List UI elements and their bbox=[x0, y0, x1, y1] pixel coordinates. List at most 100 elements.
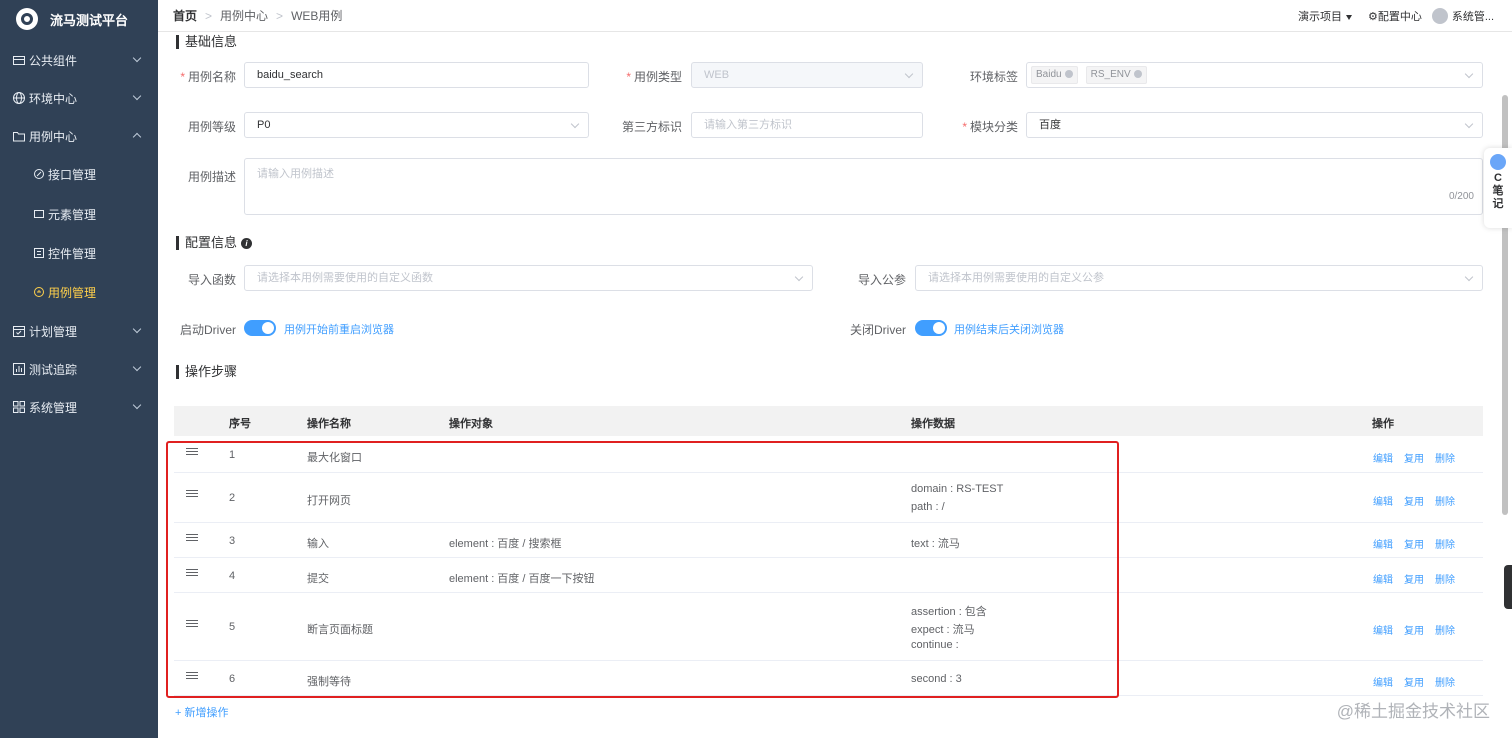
logo-icon bbox=[16, 8, 38, 30]
note-widget[interactable]: C 笔 记 bbox=[1484, 148, 1512, 228]
sidebar-subitem-label: 接口管理 bbox=[48, 167, 97, 182]
start-driver-text: 用例开始前重启浏览器 bbox=[284, 324, 394, 336]
main-content: 基础信息 * 用例名称 baidu_search * 用例类型 WEB 环境标签 B… bbox=[158, 32, 1498, 738]
sidebar-subitem-api[interactable]: 接口管理 bbox=[0, 155, 158, 193]
char-counter: 0/200 bbox=[1448, 191, 1474, 202]
delete-button[interactable]: 删除 bbox=[1435, 571, 1455, 586]
edit-button[interactable]: 编辑 bbox=[1373, 493, 1393, 508]
config-info-title: 配置信息 i bbox=[176, 235, 253, 250]
close-icon[interactable] bbox=[1133, 70, 1142, 79]
import-param-placeholder: 请选择本用例需要使用的自定义公参 bbox=[928, 272, 1104, 284]
chevron-down-icon bbox=[1464, 272, 1474, 282]
sidebar-item-tracking[interactable]: 测试追踪 bbox=[0, 350, 158, 388]
import-func-placeholder: 请选择本用例需要使用的自定义函数 bbox=[257, 272, 433, 284]
module-label: * 模块分类 bbox=[958, 118, 1018, 135]
chevron-down-icon bbox=[1464, 69, 1474, 79]
package-icon bbox=[13, 56, 25, 65]
calendar-icon bbox=[13, 326, 25, 337]
case-type-label: * 用例类型 bbox=[622, 68, 682, 85]
env-tag-text: RS_ENV bbox=[1090, 69, 1131, 81]
note-text: 笔 bbox=[1492, 185, 1504, 197]
delete-button[interactable]: 删除 bbox=[1435, 622, 1455, 637]
chevron-up-icon bbox=[132, 132, 142, 142]
breadcrumb-separator-icon: > bbox=[205, 8, 213, 23]
breadcrumb-web-cases: WEB用例 bbox=[291, 9, 343, 23]
delete-button[interactable]: 删除 bbox=[1435, 450, 1455, 465]
case-level-select[interactable]: P0 bbox=[244, 112, 589, 138]
copy-button[interactable]: 复用 bbox=[1404, 536, 1424, 551]
delete-button[interactable]: 删除 bbox=[1435, 674, 1455, 689]
close-driver-label: 关闭Driver bbox=[850, 323, 906, 337]
sidebar-subitem-widgets[interactable]: 控件管理 bbox=[0, 234, 158, 272]
project-selector[interactable]: 演示项目 bbox=[1298, 8, 1352, 24]
config-center-link[interactable]: ⚙配置中心 bbox=[1368, 8, 1422, 24]
module-select[interactable]: 百度 bbox=[1026, 112, 1483, 138]
col-header-target: 操作对象 bbox=[449, 418, 493, 430]
avatar[interactable] bbox=[1431, 8, 1448, 24]
chevron-down-icon bbox=[132, 53, 142, 63]
case-name-value: baidu_search bbox=[257, 69, 324, 81]
link-icon bbox=[34, 169, 44, 179]
sidebar-item-label: 测试追踪 bbox=[29, 362, 78, 377]
sidebar-subitem-case-management[interactable]: 用例管理 bbox=[0, 273, 158, 311]
sidebar-item-cases[interactable]: 用例中心 bbox=[0, 117, 158, 155]
add-step-button[interactable]: + 新增操作 bbox=[175, 704, 228, 720]
sidebar-item-label: 用例中心 bbox=[29, 129, 78, 144]
project-name: 演示项目 bbox=[1297, 11, 1342, 23]
import-func-select[interactable]: 请选择本用例需要使用的自定义函数 bbox=[244, 265, 813, 291]
third-id-label: 第三方标识 bbox=[621, 120, 682, 134]
sidebar-subitem-elements[interactable]: 元素管理 bbox=[0, 195, 158, 233]
caret-down-icon bbox=[1345, 14, 1352, 20]
copy-button[interactable]: 复用 bbox=[1404, 674, 1424, 689]
grid-icon bbox=[13, 401, 25, 413]
start-driver-toggle[interactable] bbox=[244, 320, 276, 336]
sidebar-item-plans[interactable]: 计划管理 bbox=[0, 312, 158, 350]
case-name-input[interactable]: baidu_search bbox=[244, 62, 589, 88]
delete-button[interactable]: 删除 bbox=[1435, 493, 1455, 508]
info-icon[interactable]: i bbox=[241, 238, 253, 250]
header-right: 演示项目 ⚙配置中心 系统管... bbox=[1298, 0, 1494, 32]
copy-button[interactable]: 复用 bbox=[1404, 571, 1424, 586]
close-driver-toggle[interactable] bbox=[915, 320, 947, 336]
close-icon[interactable] bbox=[1064, 70, 1073, 79]
case-desc-textarea[interactable]: 请输入用例描述 0/200 bbox=[244, 158, 1483, 215]
edit-button[interactable]: 编辑 bbox=[1373, 536, 1393, 551]
case-type-value: WEB bbox=[704, 69, 730, 81]
basic-info-title: 基础信息 bbox=[176, 35, 237, 49]
third-id-input[interactable]: 请输入第三方标识 bbox=[691, 112, 923, 138]
note-text: 记 bbox=[1492, 198, 1504, 210]
import-param-select[interactable]: 请选择本用例需要使用的自定义公参 bbox=[915, 265, 1483, 291]
config-info-title-text: 配置信息 bbox=[185, 235, 238, 250]
side-handle[interactable] bbox=[1504, 565, 1512, 609]
widget-icon bbox=[34, 248, 44, 258]
env-tag-select[interactable]: Baidu RS_ENV bbox=[1026, 62, 1483, 88]
note-icon bbox=[1490, 154, 1506, 170]
col-header-data: 操作数据 bbox=[911, 418, 955, 430]
sidebar-subitem-label: 控件管理 bbox=[48, 246, 97, 261]
sidebar-item-environment[interactable]: 环境中心 bbox=[0, 79, 158, 117]
env-tag: RS_ENV bbox=[1085, 66, 1147, 85]
copy-button[interactable]: 复用 bbox=[1404, 493, 1424, 508]
sidebar-item-system[interactable]: 系统管理 bbox=[0, 388, 158, 426]
edit-button[interactable]: 编辑 bbox=[1373, 674, 1393, 689]
edit-button[interactable]: 编辑 bbox=[1373, 571, 1393, 586]
watermark: @稀土掘金技术社区 bbox=[1336, 702, 1490, 721]
import-func-label: 导入函数 bbox=[187, 273, 236, 287]
sidebar-item-label: 系统管理 bbox=[29, 400, 78, 415]
edit-button[interactable]: 编辑 bbox=[1373, 622, 1393, 637]
app-title: 流马测试平台 bbox=[50, 12, 129, 28]
col-header-name: 操作名称 bbox=[307, 418, 351, 430]
case-icon bbox=[34, 287, 44, 297]
delete-button[interactable]: 删除 bbox=[1435, 536, 1455, 551]
copy-button[interactable]: 复用 bbox=[1404, 622, 1424, 637]
copy-button[interactable]: 复用 bbox=[1404, 450, 1424, 465]
chevron-down-icon bbox=[904, 69, 914, 79]
sidebar-item-label: 环境中心 bbox=[29, 91, 78, 106]
breadcrumb-home[interactable]: 首页 bbox=[173, 7, 197, 24]
app-logo[interactable]: 流马测试平台 bbox=[0, 0, 158, 38]
sidebar-item-components[interactable]: 公共组件 bbox=[0, 41, 158, 79]
col-header-no: 序号 bbox=[229, 418, 251, 430]
breadcrumb-cases[interactable]: 用例中心 bbox=[220, 7, 268, 24]
user-name[interactable]: 系统管... bbox=[1452, 8, 1494, 24]
edit-button[interactable]: 编辑 bbox=[1373, 450, 1393, 465]
